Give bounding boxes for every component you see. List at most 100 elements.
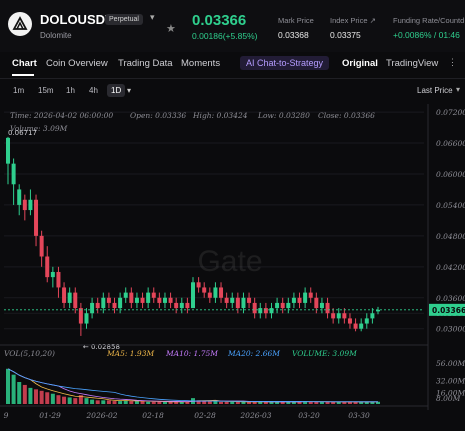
candle-body (319, 302, 324, 309)
star-favorite-icon[interactable]: ★ (166, 22, 176, 35)
time-tick-label: 2026-02 (85, 411, 117, 420)
volume-value-label: VOLUME: 3.09M (292, 349, 357, 358)
time-tick-label: 02-28 (194, 411, 216, 420)
timeframe-15m[interactable]: 15m (34, 84, 58, 97)
candle-body (230, 297, 235, 303)
candle-body (269, 308, 274, 314)
funding-rate-value: +0.0086% / 01:46 (393, 30, 460, 40)
volume-bar (162, 401, 167, 404)
candle-body (118, 297, 123, 309)
timeframe-1d[interactable]: 1D (107, 84, 126, 97)
volume-bar (314, 401, 319, 404)
volume-bar (106, 400, 111, 404)
index-price-label[interactable]: Index Price ↗ (330, 16, 376, 25)
candle-body (151, 292, 156, 298)
candle-body (263, 308, 268, 314)
time-axis: 9 01-29 2026-02 02-18 02-28 2026-03 03-20 03-30 (0, 405, 428, 420)
candle-body (106, 297, 111, 303)
ma10-label: MA10: 1.75M (165, 349, 218, 358)
price-tick-label: 0.04200 (436, 263, 465, 272)
volume-bar (146, 401, 151, 404)
volume-bar (62, 396, 67, 404)
candle-body (331, 313, 336, 319)
last-price-chevron-icon[interactable]: ▾ (456, 85, 460, 94)
candle-body (84, 313, 89, 324)
perpetual-badge: Perpetual (105, 14, 143, 25)
timeframe-dropdown-icon[interactable]: ▾ (127, 86, 131, 95)
candle-body (174, 302, 179, 309)
price-chart[interactable]: Gate Time: 2026-04-02 06:00:00 Open: 0.0… (0, 100, 465, 431)
candle-body (213, 287, 218, 298)
high-price-marker: 0.06717 (8, 129, 37, 137)
price-tick-label: 0.07200 (436, 108, 465, 117)
price-tick-label: 0.06000 (436, 170, 465, 179)
candle-body (308, 292, 313, 298)
volume-bar (219, 401, 224, 404)
candle-body (50, 271, 55, 278)
timeframe-1m[interactable]: 1m (9, 84, 28, 97)
candle-body (123, 292, 128, 298)
tab-moments[interactable]: Moments (181, 58, 220, 69)
volume-bar (235, 401, 240, 404)
volume-bar (17, 382, 22, 404)
candle-body (342, 313, 347, 319)
volume-bar (50, 393, 55, 404)
chevron-down-icon[interactable]: ▾ (150, 12, 155, 23)
candle-body (95, 302, 100, 309)
candle-body (359, 323, 364, 329)
price-tick-label: 0.04800 (436, 232, 465, 241)
candle-body (78, 308, 83, 324)
last-price-dropdown[interactable]: Last Price (417, 86, 453, 95)
candle-body (224, 297, 229, 303)
tab-trading-data[interactable]: Trading Data (118, 58, 173, 69)
time-tick-label: 2026-03 (239, 411, 271, 420)
candle-body (146, 292, 151, 303)
volume-bar (67, 397, 72, 404)
ohlc-open: Open: 0.03336 (130, 111, 186, 120)
tab-original[interactable]: Original (342, 58, 378, 69)
candle-body (219, 287, 224, 298)
timeframe-1h[interactable]: 1h (62, 84, 79, 97)
volume-bar (224, 401, 229, 404)
candle-body (347, 318, 352, 324)
candle-body (364, 318, 369, 324)
dolomite-logo-icon (8, 12, 32, 36)
volume-bar (6, 368, 10, 404)
timeframe-4h[interactable]: 4h (85, 84, 102, 97)
ohlc-close: Close: 0.03366 (318, 111, 375, 120)
volume-bar (28, 387, 33, 404)
tab-coin-overview[interactable]: Coin Overview (46, 58, 108, 69)
candle-body (11, 163, 16, 185)
price-tick-label: 0.03600 (436, 294, 465, 303)
volume-bar (157, 401, 162, 404)
funding-rate-label: Funding Rate/Countd (393, 16, 465, 25)
candle-body (39, 235, 44, 257)
volume-bar (118, 401, 123, 404)
candle-body (45, 256, 50, 278)
candle-body (73, 292, 78, 309)
time-tick-label: 02-18 (142, 411, 164, 420)
tab-tradingview[interactable]: TradingView (386, 58, 438, 69)
candle-body (370, 313, 375, 319)
candle-body (168, 297, 173, 303)
volume-bars (6, 368, 380, 404)
candle-body (235, 297, 240, 309)
more-options-icon[interactable]: ⋮ (448, 57, 457, 68)
volume-bar (34, 389, 39, 404)
candle-body (275, 302, 280, 309)
tab-chart[interactable]: Chart (12, 58, 37, 69)
candle-body (252, 302, 257, 314)
symbol-title[interactable]: DOLOUSDT (40, 12, 113, 27)
ai-chat-to-strategy-button[interactable]: AI Chat-to-Strategy (240, 56, 330, 70)
candle-body (185, 302, 190, 309)
ma5-label: MA5: 1.93M (106, 349, 154, 358)
time-tick-label: 9 (4, 411, 9, 420)
candle-body (280, 302, 285, 309)
volume-indicator-label: VOL(5,10,20) (4, 349, 55, 358)
candle-body (258, 308, 263, 314)
volume-bar (84, 398, 89, 404)
volume-bar (112, 401, 117, 404)
volume-tick-label: 8.00M (436, 394, 461, 403)
last-price: 0.03366 (192, 12, 247, 29)
volume-bar (140, 401, 145, 404)
